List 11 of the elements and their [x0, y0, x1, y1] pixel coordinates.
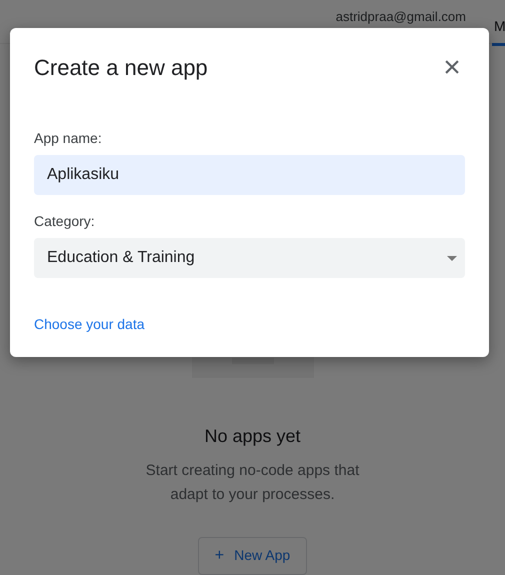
account-email: astridpraa@gmail.com — [336, 9, 466, 24]
app-name-field[interactable]: Aplikasiku — [34, 155, 465, 195]
caret-icon — [447, 256, 457, 260]
empty-state-description: Start creating no-code apps that adapt to your processes. — [144, 461, 360, 505]
nav-tab[interactable]: M — [492, 16, 505, 46]
field-label: App name: — [34, 130, 103, 146]
category-dropdown[interactable]: Education & Training — [34, 238, 465, 278]
field-label: Category: — [34, 213, 96, 229]
choose-data-link[interactable]: Choose your data — [34, 316, 145, 332]
dialog-title: Create a new app — [34, 55, 208, 81]
empty-state-title: No apps yet — [204, 426, 301, 447]
